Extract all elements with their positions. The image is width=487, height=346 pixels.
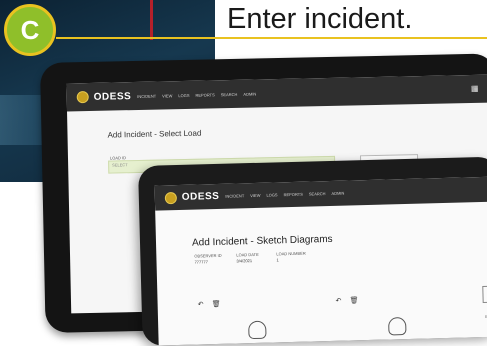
nav-item[interactable]: VIEW — [162, 93, 172, 98]
red-accent-line — [150, 0, 153, 40]
nav-item[interactable]: REPORTS — [284, 192, 303, 198]
observer-id-value: 777777 — [194, 259, 208, 265]
observer-id-label: OBSERVER ID — [194, 252, 222, 259]
nav-item[interactable]: INCIDENT — [137, 93, 156, 98]
load-number-value: 1 — [276, 257, 279, 263]
sketch-diagram[interactable] — [248, 320, 267, 340]
nav-item[interactable]: SEARCH — [221, 91, 238, 96]
tablet-screen: ODESS INCIDENT VIEW LOGS REPORTS SEARCH … — [154, 176, 487, 346]
load-date-label: LOAD DATE — [236, 251, 259, 258]
load-number-label: LOAD NUMBER — [276, 250, 306, 257]
grid-icon[interactable]: ▦ — [471, 84, 479, 94]
undo-icon[interactable]: ↶ — [198, 300, 204, 308]
logo-icon — [76, 90, 89, 104]
load-id-value: SELECT — [112, 162, 128, 168]
step-caption: Enter incident. — [227, 3, 413, 35]
side-panel-box[interactable] — [482, 285, 487, 304]
logo-text: ODESS — [93, 90, 132, 103]
step-badge: C — [4, 4, 56, 56]
nav-item[interactable]: LOGS — [178, 92, 189, 97]
caption-underline — [56, 37, 487, 39]
app-topbar: ODESS INCIDENT VIEW LOGS REPORTS SEARCH … — [66, 74, 487, 112]
step-letter: C — [20, 15, 40, 45]
tablet-sketch-diagrams: ODESS INCIDENT VIEW LOGS REPORTS SEARCH … — [138, 156, 487, 346]
nav-item[interactable]: ADMIN — [331, 191, 344, 196]
nav-item[interactable]: SEARCH — [309, 191, 326, 196]
delete-icon[interactable]: 🗑 — [212, 300, 221, 308]
nav-item[interactable]: INCIDENT — [225, 193, 244, 198]
nav-item[interactable]: ADMIN — [243, 91, 256, 96]
logo-text: ODESS — [181, 190, 220, 203]
nav-item[interactable]: VIEW — [250, 193, 260, 198]
logo-icon — [164, 191, 177, 204]
undo-icon[interactable]: ↶ — [335, 297, 342, 305]
page-title: Add Incident - Select Load — [107, 128, 202, 140]
nav-item[interactable]: LOGS — [266, 192, 277, 197]
delete-icon[interactable]: 🗑 — [349, 296, 359, 304]
page-title: Add Incident - Sketch Diagrams — [191, 233, 333, 249]
nav-item[interactable]: REPORTS — [195, 92, 214, 97]
load-date-value: 3/4/2021 — [236, 258, 253, 264]
app-topbar: ODESS INCIDENT VIEW LOGS REPORTS SEARCH … — [154, 176, 487, 211]
